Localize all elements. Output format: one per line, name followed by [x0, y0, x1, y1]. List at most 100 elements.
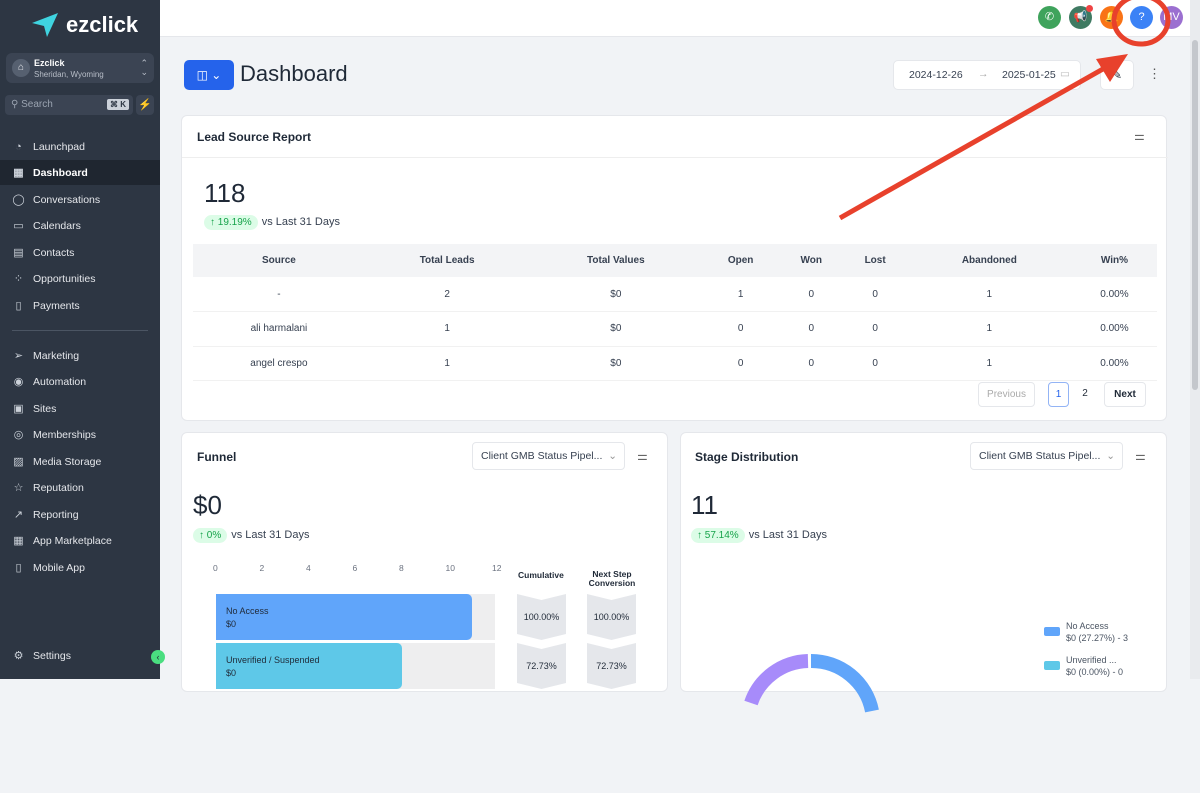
user-avatar[interactable]: MV: [1160, 6, 1183, 29]
table-cell: -: [193, 277, 365, 312]
table-cell: 2: [364, 277, 530, 312]
sidebar-item-marketing[interactable]: ➢ Marketing: [0, 343, 160, 368]
pencil-icon: ✎: [1111, 68, 1123, 82]
table-cell: 0: [843, 346, 907, 381]
sidebar-item-payments[interactable]: ▯ Payments: [0, 293, 160, 318]
filter-sliders-icon[interactable]: ⚌: [1134, 129, 1145, 143]
location-switcher[interactable]: ⌂ Ezclick Sheridan, Wyoming ⌃ ⌄: [6, 53, 154, 83]
axis-tick-label: 2: [259, 563, 265, 573]
table-cell: 1: [906, 311, 1072, 347]
scrollbar[interactable]: [1190, 0, 1200, 679]
megaphone-icon[interactable]: 📢: [1069, 5, 1093, 29]
search-placeholder: Search: [21, 99, 53, 110]
nav-label: Reputation: [33, 481, 84, 494]
filter-sliders-icon[interactable]: ⚌: [637, 449, 648, 463]
calendar-icon: ▭: [1060, 68, 1070, 80]
bell-icon[interactable]: 🔔: [1100, 6, 1123, 29]
previous-button[interactable]: Previous: [978, 382, 1035, 407]
legend-item[interactable]: No Access $0 (27.27%) - 3: [1066, 620, 1128, 644]
nav-label: Memberships: [33, 428, 97, 441]
date-from: 2024-12-26: [909, 69, 963, 81]
sidebar-item-automation[interactable]: ◉ Automation: [0, 369, 160, 394]
nav-label: Sites: [33, 402, 57, 415]
sidebar-item-dashboard[interactable]: ▦ Dashboard: [0, 160, 160, 185]
next-step-value: 72.73%: [587, 643, 636, 689]
table-cell: 0: [779, 277, 844, 312]
comparison-label: vs Last 31 Days: [748, 529, 827, 541]
page-2-button[interactable]: 2: [1075, 382, 1095, 407]
sidebar-item-settings[interactable]: ⚙ Settings: [0, 643, 160, 668]
sidebar-item-sites[interactable]: ▣ Sites: [0, 396, 160, 421]
dashboard-switcher-button[interactable]: ◫ ⌄: [184, 60, 234, 90]
sidebar-item-conversations[interactable]: ◯ Conversations: [0, 187, 160, 212]
legend-item[interactable]: Unverified ... $0 (0.00%) - 0: [1066, 654, 1123, 678]
phone-icon[interactable]: ✆: [1038, 6, 1061, 29]
nav-label: Contacts: [33, 246, 75, 259]
donut-segment-other: [744, 654, 809, 706]
calendar-icon: ▭: [13, 220, 24, 232]
sidebar-item-contacts[interactable]: ▤ Contacts: [0, 240, 160, 265]
stage-value: $0: [226, 668, 237, 678]
funnel-bar[interactable]: Unverified / Suspended $0: [216, 643, 402, 689]
comparison-label: vs Last 31 Days: [261, 216, 340, 228]
funnel-bar[interactable]: No Access $0: [216, 594, 472, 640]
table-cell: 0.00%: [1071, 311, 1157, 347]
lead-source-table: Source Total Leads Total Values Open Won Lost…: [193, 244, 1157, 381]
pipeline-select[interactable]: Client GMB Status Pipel... ⌄: [970, 442, 1123, 470]
search-input[interactable]: ⚲ Search ⌘ K: [5, 95, 133, 115]
nav-label: Launchpad: [33, 140, 85, 153]
table-cell: ali harmalani: [193, 311, 365, 347]
more-options-icon[interactable]: ⋮: [1148, 66, 1161, 82]
quick-action-bolt-icon[interactable]: ⚡: [136, 95, 154, 115]
sidebar-item-reputation[interactable]: ☆ Reputation: [0, 475, 160, 500]
column-header: Lost: [843, 244, 907, 277]
sidebar: ezclick ⌂ Ezclick Sheridan, Wyoming ⌃ ⌄ ⚲ Se…: [0, 0, 165, 679]
apps-icon: ▦: [13, 535, 24, 547]
collapse-sidebar-button[interactable]: ‹: [151, 650, 165, 664]
brand-logo[interactable]: ezclick: [32, 12, 138, 38]
cumulative-value: 100.00%: [517, 594, 566, 640]
legend-name: Unverified ...: [1066, 655, 1117, 665]
sidebar-item-memberships[interactable]: ◎ Memberships: [0, 422, 160, 447]
next-button[interactable]: Next: [1104, 382, 1146, 407]
edit-button[interactable]: ✎: [1100, 60, 1134, 90]
sidebar-item-reporting[interactable]: ↗ Reporting: [0, 502, 160, 527]
sidebar-item-media-storage[interactable]: ▨ Media Storage: [0, 449, 160, 474]
sidebar-item-opportunities[interactable]: ⁘ Opportunities: [0, 266, 160, 291]
legend-name: No Access: [1066, 621, 1109, 631]
send-icon: ➢: [13, 350, 24, 362]
image-icon: ▨: [13, 456, 24, 468]
column-header: Total Values: [529, 244, 703, 277]
stage-name: Unverified / Suspended: [226, 655, 320, 665]
pipeline-select[interactable]: Client GMB Status Pipel... ⌄: [472, 442, 625, 470]
axis-tick-label: 10: [445, 563, 455, 573]
gear-icon: ⚙: [13, 650, 24, 662]
date-range-picker[interactable]: 2024-12-26 → 2025-01-25 ▭: [893, 60, 1081, 90]
stage-total: 11: [691, 490, 718, 520]
stage-name: No Access: [226, 606, 269, 616]
table-cell: 0.00%: [1071, 346, 1157, 381]
sidebar-item-app-marketplace[interactable]: ▦ App Marketplace: [0, 528, 160, 553]
nav-label: Settings: [33, 649, 71, 662]
page-1-button[interactable]: 1: [1048, 382, 1069, 407]
table-cell: angel crespo: [193, 346, 365, 381]
automation-icon: ◉: [13, 376, 24, 388]
change-badge: ↑ 57.14%: [691, 528, 745, 543]
axis-tick-label: 0: [213, 563, 218, 573]
help-button[interactable]: ?: [1130, 6, 1153, 29]
table-cell: 0: [779, 346, 844, 381]
sidebar-item-launchpad[interactable]: ◔ Launchpad: [0, 134, 160, 159]
nav-label: Reporting: [33, 508, 79, 521]
table-cell: 0: [843, 311, 907, 347]
sidebar-item-mobile-app[interactable]: ▯ Mobile App: [0, 555, 160, 580]
phone-icon: ▯: [15, 562, 22, 574]
table-cell: 0: [843, 277, 907, 312]
table-cell: 1: [364, 311, 530, 347]
column-header: Source: [193, 244, 365, 277]
filter-sliders-icon[interactable]: ⚌: [1135, 449, 1146, 463]
sidebar-item-calendars[interactable]: ▭ Calendars: [0, 213, 160, 238]
table-cell: 1: [364, 346, 530, 381]
trend-icon: ↗: [13, 509, 24, 521]
nav-label: Dashboard: [33, 166, 88, 179]
nav-label: Mobile App: [33, 561, 85, 574]
